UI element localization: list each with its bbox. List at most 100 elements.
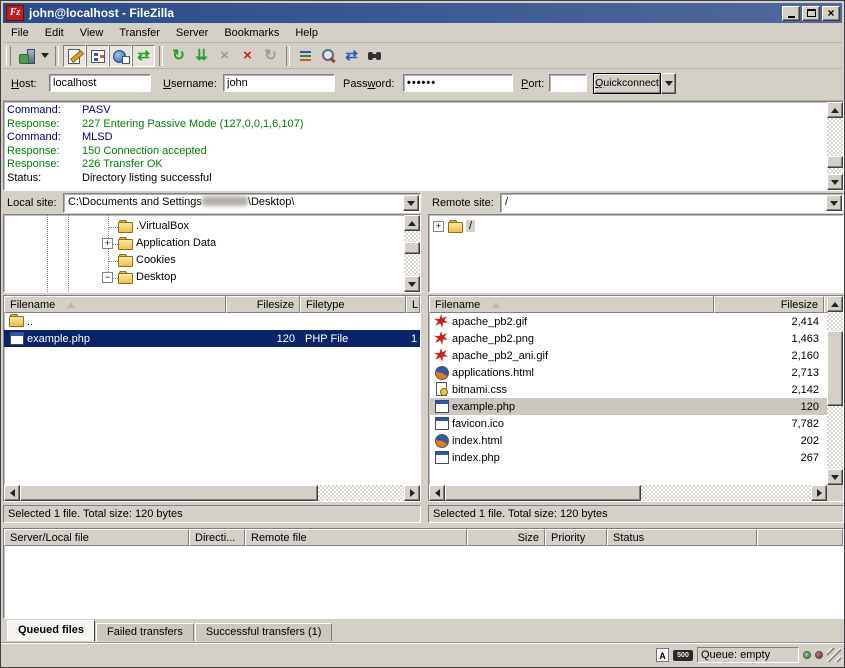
column-header-Filesize[interactable]: Filesize	[714, 296, 824, 313]
username-input[interactable]	[223, 74, 335, 92]
column-header-L[interactable]: L	[406, 296, 420, 313]
tree-item[interactable]: .VirtualBox	[4, 219, 404, 235]
column-header-Priority[interactable]: Priority	[545, 529, 607, 546]
site-manager-dropdown-button[interactable]	[38, 45, 51, 67]
column-header-Filename[interactable]: Filename	[429, 296, 714, 313]
scroll-down-button[interactable]	[827, 174, 843, 190]
toggle-queue-button[interactable]: ⇄	[132, 45, 155, 67]
toggle-message-log-button[interactable]	[63, 45, 86, 67]
menu-edit[interactable]: Edit	[37, 27, 72, 39]
column-header-Filetype[interactable]: Filetype	[300, 296, 406, 313]
port-input[interactable]	[549, 74, 587, 92]
file-row[interactable]: favicon.ico7,782	[429, 415, 827, 432]
titlebar[interactable]: Fz john@localhost - FileZilla ×	[3, 3, 842, 23]
menu-help[interactable]: Help	[287, 27, 326, 39]
filter-button[interactable]	[294, 45, 317, 67]
tree-item[interactable]: Cookies	[4, 253, 404, 269]
scrollbar-thumb[interactable]	[445, 485, 641, 501]
scrollbar-thumb[interactable]	[827, 156, 843, 168]
file-row[interactable]: index.html202	[429, 432, 827, 449]
local-tree-scrollbar[interactable]	[404, 215, 420, 292]
menu-file[interactable]: File	[3, 27, 37, 39]
host-input[interactable]	[49, 74, 151, 92]
synchronized-browsing-button[interactable]: ⇄	[340, 45, 363, 67]
remote-site-combo[interactable]: /	[500, 193, 844, 213]
collapse-minus-icon[interactable]: −	[102, 272, 113, 283]
expand-plus-icon[interactable]: +	[433, 221, 444, 232]
file-row[interactable]: index.php267	[429, 449, 827, 466]
menu-server[interactable]: Server	[168, 27, 216, 39]
minimize-button[interactable]	[782, 6, 800, 21]
site-manager-button[interactable]	[15, 45, 38, 67]
column-header-Filename[interactable]: Filename	[4, 296, 226, 313]
scrollbar-track[interactable]	[404, 231, 420, 276]
quickconnect-dropdown[interactable]	[661, 73, 676, 94]
scrollbar-thumb[interactable]	[827, 331, 843, 406]
scrollbar-track[interactable]	[827, 312, 843, 469]
local-site-dropdown[interactable]	[403, 195, 419, 211]
column-header-Filesize[interactable]: Filesize	[226, 296, 300, 313]
tab-queued-files[interactable]: Queued files	[7, 620, 95, 641]
file-row[interactable]: applications.html2,713	[429, 364, 827, 381]
speed-limit-icon[interactable]: 500	[673, 650, 693, 661]
menu-view[interactable]: View	[72, 27, 112, 39]
scrollbar-track[interactable]	[20, 485, 404, 501]
tree-item[interactable]: +Application Data	[4, 236, 404, 252]
toggle-remote-tree-button[interactable]	[109, 45, 132, 67]
directory-comparison-button[interactable]	[317, 45, 340, 67]
scroll-down-button[interactable]	[404, 276, 420, 292]
scrollbar-track[interactable]	[445, 485, 811, 501]
scroll-right-button[interactable]	[404, 485, 420, 501]
local-site-combo[interactable]: C:\Documents and Settings\Desktop\	[63, 193, 421, 213]
column-header-filler[interactable]	[757, 529, 843, 546]
scrollbar-thumb[interactable]	[20, 485, 318, 501]
file-row[interactable]: apache_pb2_ani.gif2,160	[429, 347, 827, 364]
find-button[interactable]	[363, 45, 386, 67]
password-input[interactable]	[403, 74, 513, 92]
scroll-left-button[interactable]	[4, 485, 20, 501]
expand-plus-icon[interactable]: +	[102, 238, 113, 249]
maximize-button[interactable]	[802, 6, 820, 21]
file-row[interactable]: example.php120PHP File1	[4, 330, 420, 347]
tab-failed-transfers[interactable]: Failed transfers	[96, 623, 194, 641]
quickconnect-button[interactable]: Quickconnect	[593, 73, 661, 94]
menu-bookmarks[interactable]: Bookmarks	[216, 27, 287, 39]
column-header-Server/Local file[interactable]: Server/Local file	[4, 529, 189, 546]
reconnect-button[interactable]: ↻	[259, 45, 282, 67]
local-list-hscrollbar[interactable]	[4, 485, 420, 501]
scroll-right-button[interactable]	[811, 485, 827, 501]
column-header-Size[interactable]: Size	[467, 529, 545, 546]
remote-site-dropdown[interactable]	[826, 195, 842, 211]
transfer-type-icon[interactable]: A	[656, 648, 669, 662]
scroll-up-button[interactable]	[404, 215, 420, 231]
scroll-left-button[interactable]	[429, 485, 445, 501]
refresh-button[interactable]: ↻	[167, 45, 190, 67]
menu-transfer[interactable]: Transfer	[111, 27, 168, 39]
close-button[interactable]: ×	[822, 6, 840, 21]
remote-list-vscrollbar[interactable]	[827, 296, 843, 485]
scroll-up-button[interactable]	[827, 102, 843, 118]
disconnect-button[interactable]: ×	[236, 45, 259, 67]
resize-grip[interactable]	[827, 648, 841, 662]
scroll-up-button[interactable]	[827, 296, 843, 312]
column-header-Status[interactable]: Status	[607, 529, 757, 546]
scrollbar-track[interactable]	[827, 118, 843, 174]
column-header-Remote file[interactable]: Remote file	[245, 529, 467, 546]
tab-successful-transfers-1-[interactable]: Successful transfers (1)	[195, 623, 333, 641]
cancel-button[interactable]: ×	[213, 45, 236, 67]
log-scrollbar[interactable]	[827, 102, 843, 190]
file-row[interactable]: bitnami.css2,142	[429, 381, 827, 398]
toggle-local-tree-button[interactable]	[86, 45, 109, 67]
toolbar-grip[interactable]	[6, 46, 11, 66]
scrollbar-thumb[interactable]	[404, 242, 420, 254]
file-row[interactable]: apache_pb2.png1,463	[429, 330, 827, 347]
tree-item[interactable]: −Desktop	[4, 270, 404, 286]
file-row[interactable]: apache_pb2.gif2,414	[429, 313, 827, 330]
file-row[interactable]: example.php120	[429, 398, 827, 415]
scroll-down-button[interactable]	[827, 469, 843, 485]
file-row[interactable]: ..	[4, 313, 420, 330]
column-header-Directi...[interactable]: Directi...	[189, 529, 245, 546]
tree-item[interactable]: +/	[429, 219, 827, 235]
remote-list-hscrollbar[interactable]	[429, 485, 827, 501]
process-queue-button[interactable]: ⇊	[190, 45, 213, 67]
